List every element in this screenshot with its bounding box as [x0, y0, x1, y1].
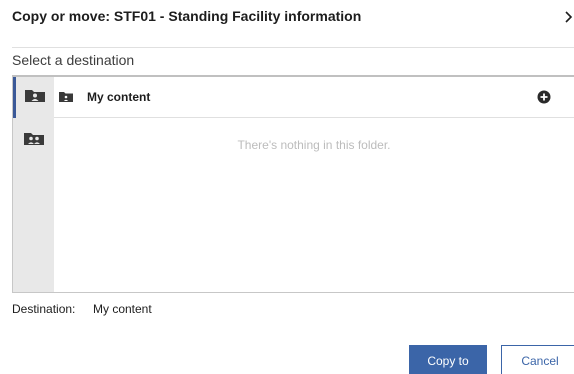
copy-move-dialog: Copy or move: STF01 - Standing Facility … — [0, 0, 574, 374]
folder-row-my-content[interactable]: My content — [54, 77, 574, 118]
folder-browser: My content There's nothing in this folde… — [12, 75, 574, 293]
destination-value: My content — [93, 302, 152, 316]
folder-pane: My content There's nothing in this folde… — [54, 77, 574, 292]
rail-item-my-content[interactable] — [13, 77, 54, 118]
chevron-right-icon[interactable] — [562, 8, 574, 26]
small-folder-icon — [59, 90, 73, 108]
add-circle-icon[interactable] — [537, 90, 551, 109]
destination-summary: Destination: My content — [12, 302, 152, 316]
location-rail — [13, 77, 54, 292]
team-folder-icon — [23, 130, 45, 151]
header-divider — [12, 47, 574, 48]
dialog-subtitle: Select a destination — [12, 52, 135, 68]
rail-item-team-content[interactable] — [13, 120, 54, 160]
cancel-button[interactable]: Cancel — [501, 345, 574, 374]
destination-label: Destination: — [12, 302, 76, 316]
copy-to-button[interactable]: Copy to — [409, 345, 487, 374]
user-folder-icon — [24, 87, 46, 108]
dialog-title: Copy or move: STF01 - Standing Facility … — [12, 8, 362, 24]
folder-name: My content — [87, 90, 151, 104]
empty-folder-message: There's nothing in this folder. — [237, 138, 391, 152]
